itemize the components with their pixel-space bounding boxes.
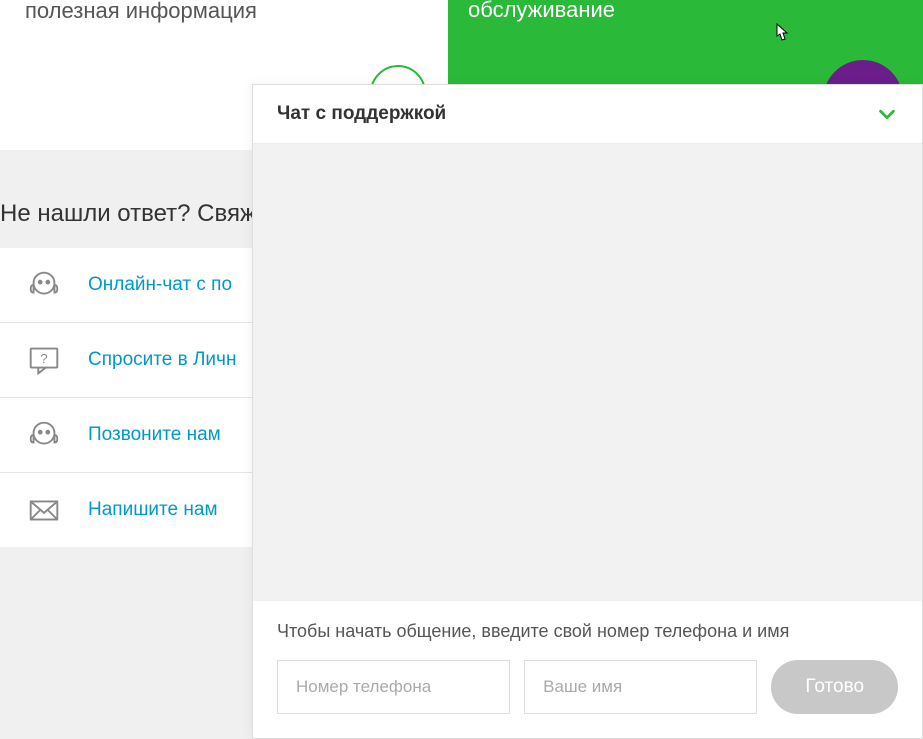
chat-title: Чат с поддержкой [277,103,446,125]
contact-item-personal[interactable]: ? Спросите в Личн [0,323,260,398]
headset-icon [25,266,63,304]
chat-panel: Чат с поддержкой Чтобы начать общение, в… [252,84,923,739]
submit-button[interactable]: Готово [771,660,898,714]
question-bubble-icon: ? [25,341,63,379]
contact-label: Позвоните нам [88,424,221,446]
chat-inputs: Готово [277,660,898,714]
chat-footer: Чтобы начать общение, введите свой номер… [253,601,922,738]
contact-item-call[interactable]: Позвоните нам [0,398,260,473]
chevron-down-icon[interactable] [876,103,898,125]
chat-header: Чат с поддержкой [253,85,922,144]
contact-label: Напишите нам [88,499,218,521]
envelope-icon [25,491,63,529]
contact-label: Спросите в Личн [88,349,236,371]
name-input[interactable] [524,660,757,714]
service-card-text: обслуживание [468,0,615,23]
contact-item-online-chat[interactable]: Онлайн-чат с по [0,248,260,323]
useful-info-text: полезная информация [25,0,257,24]
chat-body [253,144,922,601]
phone-input[interactable] [277,660,510,714]
contact-list: Онлайн-чат с по ? Спросите в Личн Позвон… [0,248,260,547]
cursor-icon [769,20,793,48]
contact-label: Онлайн-чат с по [88,274,232,296]
contact-item-email[interactable]: Напишите нам [0,473,260,547]
svg-text:?: ? [40,351,47,366]
chat-instruction: Чтобы начать общение, введите свой номер… [277,621,898,642]
contact-heading: Не нашли ответ? Свяж [0,200,256,228]
headset-icon [25,416,63,454]
